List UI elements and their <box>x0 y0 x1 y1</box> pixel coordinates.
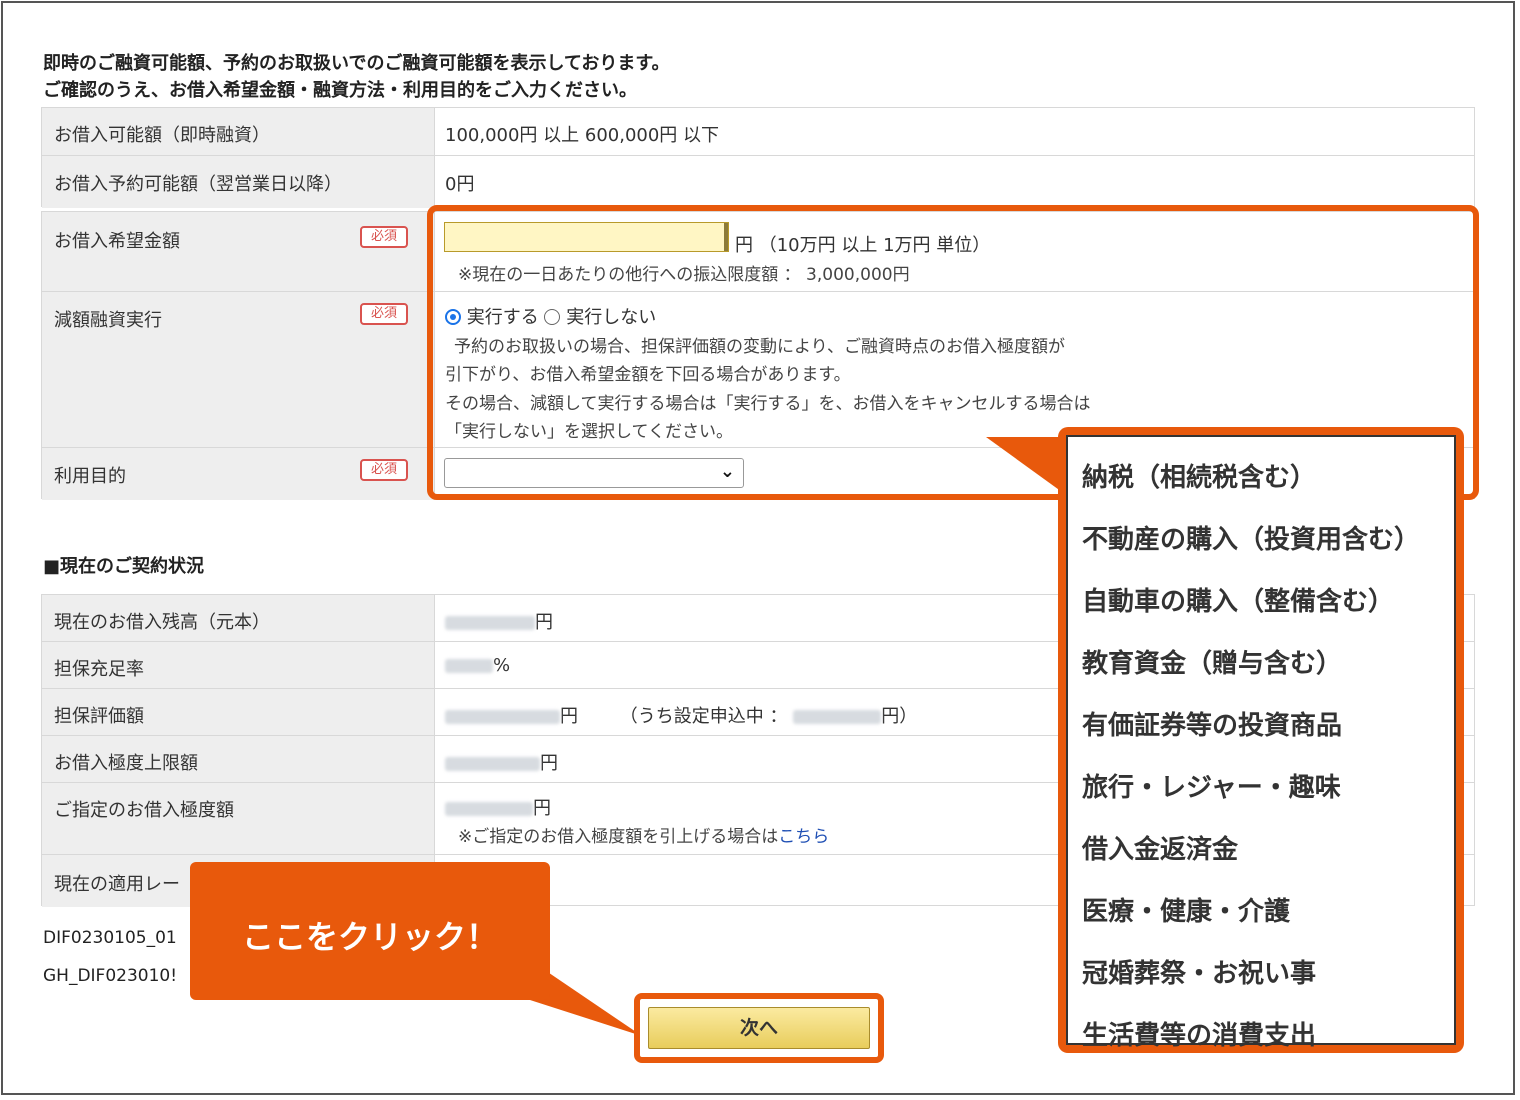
row-label: お借入予約可能額（翌営業日以降） <box>54 174 342 195</box>
screen-code: GH_DIF023010! <box>43 966 178 986</box>
purpose-option[interactable]: 有価証券等の投資商品 <box>1082 705 1342 742</box>
purpose-option[interactable]: 教育資金（贈与含む） <box>1082 643 1342 680</box>
purpose-option[interactable]: 自動車の購入（整備含む） <box>1082 581 1394 618</box>
screen-code: DIF0230105_01 <box>43 928 177 948</box>
masked-value <box>793 710 882 724</box>
row-label: 現在のお借入残高（元本） <box>54 612 270 633</box>
next-button-highlight: 次へ <box>634 993 884 1063</box>
amount-label: お借入希望金額 <box>54 231 180 252</box>
required-badge: 必須 <box>360 303 408 325</box>
intro-line-1: 即時のご融資可能額、予約のお取扱いでのご融資可能額を表示しております。 <box>43 53 670 74</box>
row-label: 担保評価額 <box>54 706 144 727</box>
required-badge: 必須 <box>360 459 408 481</box>
purpose-options-list: 納税（相続税含む） 不動産の購入（投資用含む） 自動車の購入（整備含む） 教育資… <box>1066 435 1456 1051</box>
purpose-option[interactable]: 借入金返済金 <box>1082 829 1238 866</box>
intro-text: 即時のご融資可能額、予約のお取扱いでのご融資可能額を表示しております。 ご確認の… <box>43 50 670 104</box>
purpose-dropdown: 納税（相続税含む） 不動産の購入（投資用含む） 自動車の購入（整備含む） 教育資… <box>1058 427 1464 1053</box>
masked-value <box>445 616 535 630</box>
purpose-option[interactable]: 医療・健康・介護 <box>1082 891 1290 928</box>
masked-value <box>445 710 560 724</box>
section-title: ■現在のご契約状況 <box>43 556 205 577</box>
purpose-option[interactable]: 不動産の購入（投資用含む） <box>1082 519 1420 556</box>
row-label: お借入極度上限額 <box>54 753 198 774</box>
purpose-option[interactable]: 生活費等の消費支出 <box>1082 1015 1316 1052</box>
table-row: お借入可能額（即時融資） 100,000円 以上 600,000円 以下 <box>42 108 1474 156</box>
row-label: 担保充足率 <box>54 659 144 680</box>
masked-value <box>445 659 493 673</box>
link-here[interactable]: こちら <box>778 827 829 847</box>
row-value: 100,000円 以上 600,000円 以下 <box>445 125 720 146</box>
masked-value <box>445 802 533 816</box>
row-note: ※ご指定のお借入極度額を引上げる場合はこちら <box>458 827 830 847</box>
table-row: お借入予約可能額（翌営業日以降） 0円 <box>42 156 1474 208</box>
row-value: 0円 <box>445 174 475 195</box>
masked-value <box>445 757 540 771</box>
reduced-label: 減額融資実行 <box>54 310 162 331</box>
purpose-option[interactable]: 冠婚葬祭・お祝い事 <box>1082 953 1316 990</box>
row-label: お借入可能額（即時融資） <box>54 125 270 146</box>
row-label: 現在の適用レー <box>54 874 180 895</box>
required-badge: 必須 <box>360 226 408 248</box>
row-value: 円 <box>445 749 558 775</box>
intro-line-2: ご確認のうえ、お借入希望金額・融資方法・利用目的をご入力ください。 <box>43 80 637 101</box>
purpose-label: 利用目的 <box>54 466 126 487</box>
click-here-callout: ここをクリック！ <box>190 862 550 1000</box>
row-value: 円 <box>445 794 551 820</box>
row-label: ご指定のお借入極度額 <box>54 800 234 821</box>
next-button[interactable]: 次へ <box>648 1007 870 1049</box>
purpose-option[interactable]: 納税（相続税含む） <box>1082 457 1316 494</box>
callout-text: ここをクリック！ <box>242 918 499 956</box>
row-value: 円 （うち設定申込中 ： 円） <box>445 702 917 728</box>
availability-table: お借入可能額（即時融資） 100,000円 以上 600,000円 以下 お借入… <box>41 107 1475 208</box>
row-value: % <box>445 655 510 676</box>
row-value: 円 <box>445 608 553 634</box>
purpose-option[interactable]: 旅行・レジャー・趣味 <box>1082 767 1341 804</box>
